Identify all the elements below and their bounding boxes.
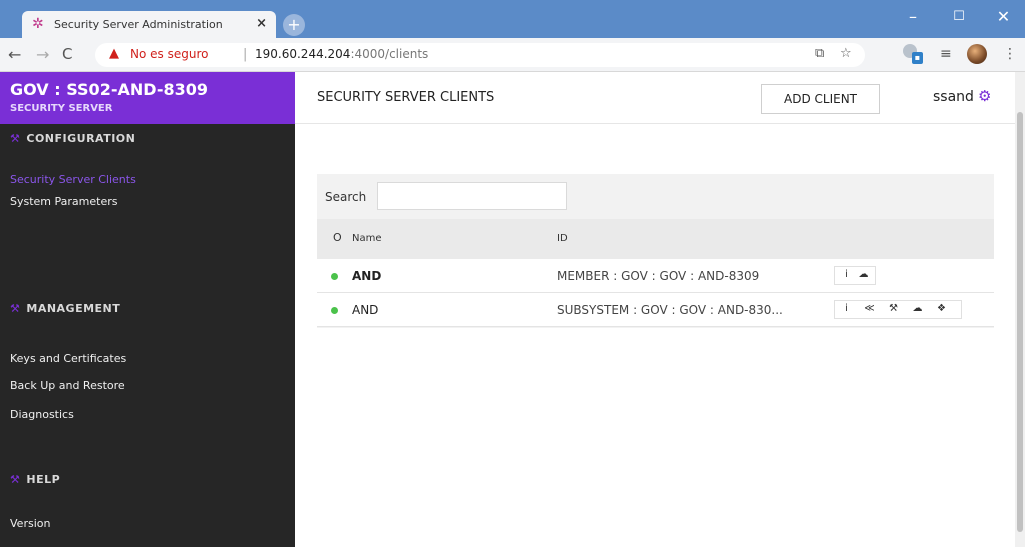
- server-type: SECURITY SERVER: [10, 103, 113, 114]
- share-icon[interactable]: ≪: [861, 303, 878, 314]
- address-bar[interactable]: ▲ No es seguro | 190.60.244.204:4000/cli…: [95, 43, 865, 67]
- maximize-button[interactable]: ☐: [936, 0, 982, 38]
- sidebar-item-diagnostics[interactable]: Diagnostics: [10, 408, 74, 421]
- table-row[interactable]: AND MEMBER : GOV : GOV : AND-8309 i ☁: [317, 259, 994, 293]
- forward-icon[interactable]: →: [36, 45, 49, 64]
- client-name[interactable]: AND: [352, 303, 378, 317]
- new-tab-button[interactable]: +: [283, 14, 305, 36]
- wrench-icon: ⚒: [10, 132, 21, 145]
- reading-list-icon[interactable]: ≡: [940, 46, 952, 62]
- sidebar-item-back-up-and-restore[interactable]: Back Up and Restore: [10, 379, 125, 392]
- section-management: ⚒ MANAGEMENT: [10, 302, 120, 315]
- username[interactable]: ssand: [933, 89, 974, 105]
- app-window: GOV : SS02-AND-8309 SECURITY SERVER ⚒ CON…: [0, 72, 1015, 547]
- add-client-button[interactable]: ADD CLIENT: [761, 84, 880, 114]
- section-heading: CONFIGURATION: [26, 132, 136, 145]
- gears-icon[interactable]: ❖: [933, 303, 950, 314]
- star-icon[interactable]: ☆: [840, 46, 852, 61]
- section-help: ⚒ HELP: [10, 473, 60, 486]
- name-column-header[interactable]: Name: [352, 233, 382, 244]
- main-content: SECURITY SERVER CLIENTS ADD CLIENT ssand…: [295, 72, 1015, 547]
- cloud-icon[interactable]: ☁: [855, 269, 872, 280]
- client-id: SUBSYSTEM : GOV : GOV : AND-830...: [557, 303, 783, 317]
- server-name: GOV : SS02-AND-8309: [10, 80, 208, 99]
- search-label: Search: [325, 190, 367, 204]
- client-id: MEMBER : GOV : GOV : AND-8309: [557, 269, 760, 283]
- section-configuration: ⚒ CONFIGURATION: [10, 132, 135, 145]
- app-favicon-icon: ✲: [32, 16, 44, 32]
- profile-avatar-icon[interactable]: [967, 44, 987, 64]
- translate-icon[interactable]: ⧉: [815, 46, 824, 61]
- table-row[interactable]: AND SUBSYSTEM : GOV : GOV : AND-830... i…: [317, 293, 994, 327]
- url-path: :4000/clients: [350, 47, 429, 61]
- menu-icon[interactable]: ⋮: [1003, 46, 1017, 62]
- minimize-button[interactable]: –: [890, 0, 936, 38]
- tab-title: Security Server Administration: [54, 18, 223, 31]
- sidebar-item-keys-and-certificates[interactable]: Keys and Certificates: [10, 352, 126, 365]
- wrench-icon: ⚒: [10, 473, 21, 486]
- client-name[interactable]: AND: [352, 269, 381, 283]
- address-separator: |: [243, 47, 248, 62]
- table-header: O Name ID: [317, 219, 994, 259]
- back-icon[interactable]: ←: [8, 45, 21, 64]
- cloud-icon[interactable]: ☁: [909, 303, 926, 314]
- row-actions: i ≪ ⚒ ☁ ❖: [834, 300, 962, 319]
- browser-toolbar: ← → C ▲ No es seguro | 190.60.244.204:40…: [0, 38, 1025, 72]
- sidebar-item-security-server-clients[interactable]: Security Server Clients: [10, 173, 136, 186]
- page-title: SECURITY SERVER CLIENTS: [317, 90, 495, 105]
- warning-icon[interactable]: ▲: [109, 46, 119, 61]
- status-column-header[interactable]: O: [333, 231, 342, 244]
- sidebar: GOV : SS02-AND-8309 SECURITY SERVER ⚒ CON…: [0, 72, 295, 547]
- section-heading: HELP: [26, 473, 61, 486]
- row-actions: i ☁: [834, 266, 876, 285]
- sidebar-item-system-parameters[interactable]: System Parameters: [10, 195, 117, 208]
- browser-titlebar: ✲ Security Server Administration × + – ☐…: [0, 0, 1025, 38]
- section-heading: MANAGEMENT: [26, 302, 121, 315]
- status-dot: [331, 273, 338, 280]
- browser-tab[interactable]: ✲ Security Server Administration ×: [22, 11, 276, 38]
- id-column-header[interactable]: ID: [557, 233, 568, 244]
- gear-icon[interactable]: ⚙: [978, 87, 991, 105]
- server-brand: GOV : SS02-AND-8309 SECURITY SERVER: [0, 72, 295, 124]
- content-header: SECURITY SERVER CLIENTS ADD CLIENT ssand…: [295, 72, 1015, 124]
- info-icon[interactable]: i: [838, 303, 855, 314]
- sidebar-item-version[interactable]: Version: [10, 517, 50, 530]
- tab-close-icon[interactable]: ×: [256, 16, 267, 31]
- close-window-button[interactable]: ✕: [982, 0, 1025, 38]
- wrench-icon[interactable]: ⚒: [885, 303, 902, 314]
- search-row: Search: [317, 174, 994, 219]
- url-text[interactable]: 190.60.244.204:4000/clients: [255, 47, 428, 61]
- search-input[interactable]: [377, 182, 567, 210]
- reload-icon[interactable]: C: [62, 45, 72, 63]
- scrollbar-thumb[interactable]: [1017, 112, 1023, 532]
- url-host: 190.60.244.204: [255, 47, 351, 61]
- info-icon[interactable]: i: [838, 269, 855, 280]
- security-status[interactable]: No es seguro: [130, 47, 208, 61]
- wrench-icon: ⚒: [10, 302, 21, 315]
- status-dot: [331, 307, 338, 314]
- extension-icon[interactable]: ▪: [903, 44, 923, 64]
- clients-panel: Search O Name ID AND MEMBER : GOV : GOV …: [317, 174, 994, 328]
